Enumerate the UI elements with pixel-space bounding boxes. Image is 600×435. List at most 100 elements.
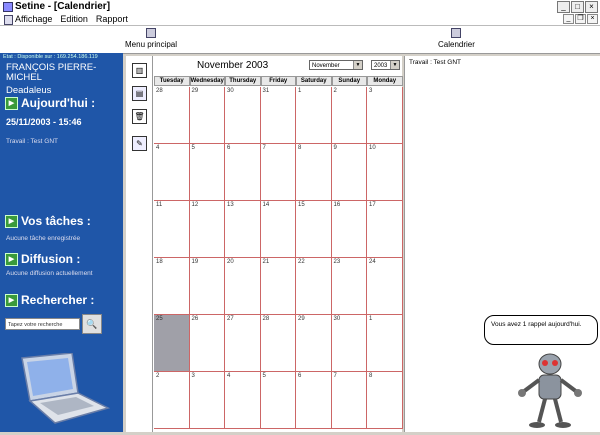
calendrier-button[interactable]: Calendrier <box>438 28 475 49</box>
calendar-day-cell[interactable]: 3 <box>367 87 403 144</box>
toolbar: Menu principal Calendrier <box>0 26 600 54</box>
day-number: 30 <box>333 316 341 322</box>
menu-rapport[interactable]: Rapport <box>96 13 128 25</box>
calendar-day-cell[interactable]: 2 <box>154 372 190 429</box>
month-select[interactable]: November ▼ <box>309 60 363 70</box>
mdi-minimize-button[interactable]: _ <box>563 14 574 24</box>
minimize-button[interactable]: _ <box>557 1 570 13</box>
calendar-day-cell[interactable]: 17 <box>367 201 403 258</box>
maximize-button[interactable]: □ <box>571 1 584 13</box>
calendar-title: November 2003 <box>197 60 269 71</box>
calendar-day-cell[interactable]: 8 <box>367 372 403 429</box>
day-number: 6 <box>298 373 302 379</box>
calendar-day-cell[interactable]: 11 <box>154 201 190 258</box>
day-number: 4 <box>227 373 231 379</box>
window-title: Setine - [Calendrier] <box>15 1 111 12</box>
calendar-day-cell[interactable]: 18 <box>154 258 190 315</box>
day-view-icon[interactable]: ▥ <box>132 63 147 78</box>
weekday-header: Wednesday <box>189 76 225 86</box>
calendar-day-cell[interactable]: 28 <box>260 315 296 372</box>
calendar-day-cell[interactable]: 24 <box>367 258 403 315</box>
calendar-day-cell[interactable]: 16 <box>331 201 367 258</box>
notes-icon[interactable]: ✎ <box>132 136 147 151</box>
assistant-bubble: Vous avez 1 rappel aujourd'hui. <box>484 315 598 345</box>
calendar-day-cell[interactable]: 1 <box>367 315 403 372</box>
calendar-day-cell[interactable]: 2 <box>331 87 367 144</box>
calendar-day-cell[interactable]: 7 <box>331 372 367 429</box>
day-number: 9 <box>333 145 337 151</box>
search-heading: ▶ Rechercher : <box>5 293 94 307</box>
calendar-day-cell[interactable]: 28 <box>154 87 190 144</box>
calendar-day-cell[interactable]: 13 <box>225 201 261 258</box>
calendar-day-cell[interactable]: 29 <box>296 315 332 372</box>
mdi-restore-button[interactable]: ❐ <box>575 14 586 24</box>
day-number: 21 <box>262 259 270 265</box>
day-number: 18 <box>156 259 163 265</box>
day-number: 31 <box>262 88 270 94</box>
chevron-down-icon: ▼ <box>390 61 399 69</box>
today-event: Travail : Test GNT <box>6 138 59 145</box>
weekday-header: Tuesday <box>154 76 190 86</box>
day-number: 25 <box>156 316 163 322</box>
calendar-day-cell[interactable]: 4 <box>225 372 261 429</box>
search-button[interactable]: 🔍 <box>82 314 102 334</box>
menu-edition[interactable]: Edition <box>60 13 88 25</box>
day-number: 3 <box>191 373 195 379</box>
calendar-day-cell[interactable]: 30 <box>225 87 261 144</box>
search-input[interactable]: Tapez votre recherche <box>5 318 80 330</box>
calendar-day-cell[interactable]: 26 <box>189 315 225 372</box>
calendar-day-cell[interactable]: 12 <box>189 201 225 258</box>
calendar-day-cell[interactable]: 5 <box>189 144 225 201</box>
calendar-day-cell[interactable]: 22 <box>296 258 332 315</box>
day-number: 4 <box>156 145 160 151</box>
calendar-day-cell[interactable]: 31 <box>260 87 296 144</box>
calendar-day-cell[interactable]: 20 <box>225 258 261 315</box>
calendar-day-cell[interactable]: 1 <box>296 87 332 144</box>
calendar-day-cell[interactable]: 15 <box>296 201 332 258</box>
calendar-day-cell[interactable]: 23 <box>331 258 367 315</box>
calendar-day-cell[interactable]: 8 <box>296 144 332 201</box>
calendar-day-cell[interactable]: 5 <box>260 372 296 429</box>
day-number: 20 <box>227 259 234 265</box>
connection-status: Etat : Disponible sur : 169.254.186.119 <box>3 54 98 60</box>
day-number: 1 <box>369 316 373 322</box>
calendar-day-cell[interactable]: 30 <box>331 315 367 372</box>
delete-icon[interactable]: 🗑 <box>132 109 147 124</box>
close-button[interactable]: × <box>585 1 598 13</box>
day-number: 6 <box>227 145 231 151</box>
calendar-day-cell[interactable]: 4 <box>154 144 190 201</box>
year-select[interactable]: 2003 ▼ <box>371 60 400 70</box>
menu-affichage[interactable]: Affichage <box>15 13 52 25</box>
diffusion-heading: ▶ Diffusion : <box>5 252 80 266</box>
calendar-icon <box>451 28 462 38</box>
calendar-day-cell[interactable]: 19 <box>189 258 225 315</box>
detail-event[interactable]: Travail : Test GNT <box>409 59 461 66</box>
calendar-day-cell[interactable]: 7 <box>260 144 296 201</box>
calendar-day-cell[interactable]: 29 <box>189 87 225 144</box>
day-number: 2 <box>333 88 337 94</box>
calendar-day-cell[interactable]: 10 <box>367 144 403 201</box>
month-calendar: November 2003 November ▼ 2003 ▼ Tuesday W… <box>153 56 403 432</box>
calendar-day-cell[interactable]: 9 <box>331 144 367 201</box>
day-number: 5 <box>191 145 195 151</box>
week-view-icon[interactable]: ▤ <box>132 86 147 101</box>
day-number: 22 <box>298 259 305 265</box>
day-number: 29 <box>298 316 305 322</box>
document-icon <box>4 15 13 25</box>
mdi-close-button[interactable]: × <box>587 14 598 24</box>
calendar-day-cell[interactable]: 6 <box>225 144 261 201</box>
calendar-day-cell[interactable]: 6 <box>296 372 332 429</box>
robot-assistant-icon[interactable] <box>515 350 585 432</box>
calendar-day-cell[interactable]: 3 <box>189 372 225 429</box>
day-number: 7 <box>262 145 266 151</box>
calendar-day-cell[interactable]: 25 <box>154 315 190 372</box>
day-number: 24 <box>369 259 376 265</box>
weekday-header: Monday <box>367 76 403 86</box>
calendar-day-cell[interactable]: 14 <box>260 201 296 258</box>
app-icon <box>3 2 13 12</box>
menu-principal-button[interactable]: Menu principal <box>125 28 177 49</box>
calendar-day-cell[interactable]: 27 <box>225 315 261 372</box>
day-number: 27 <box>227 316 234 322</box>
calendar-day-cell[interactable]: 21 <box>260 258 296 315</box>
day-number: 7 <box>333 373 337 379</box>
